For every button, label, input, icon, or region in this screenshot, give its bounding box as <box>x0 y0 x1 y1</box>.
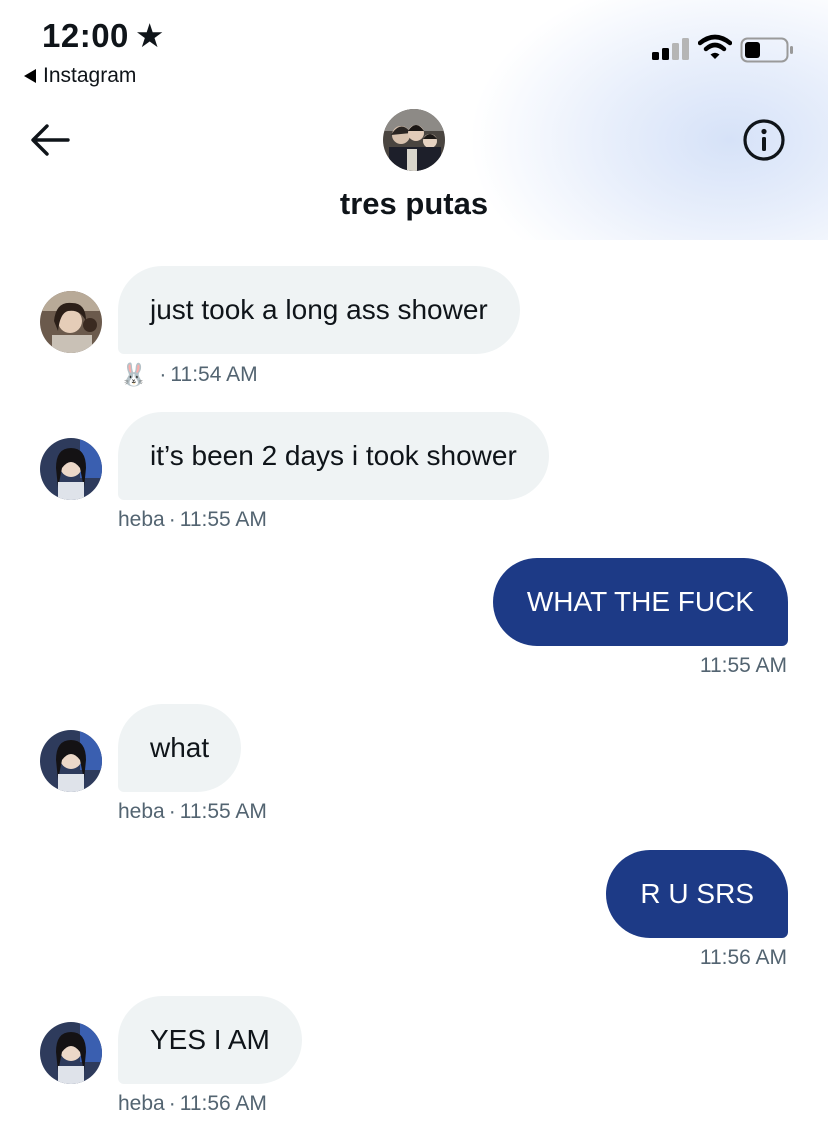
info-icon[interactable] <box>742 118 786 162</box>
message-time: 11:56 AM <box>179 1092 267 1115</box>
message-bubble[interactable]: it’s been 2 days i took shower <box>118 412 549 500</box>
message-meta: heba · 11:56 AM <box>118 1092 267 1116</box>
wifi-icon <box>698 34 732 59</box>
message-bubble[interactable]: YES I AM <box>118 996 302 1084</box>
message-time: 11:56 AM <box>699 946 787 969</box>
back-app-label: Instagram <box>43 64 137 87</box>
message-meta: heba · 11:55 AM <box>118 508 267 532</box>
group-avatar[interactable] <box>383 109 445 171</box>
back-triangle-icon <box>24 69 36 83</box>
status-clock: 12:00 ★ <box>42 16 165 55</box>
message-bubble-outgoing[interactable]: WHAT THE FUCK <box>492 558 788 646</box>
back-to-app-link[interactable]: Instagram <box>24 64 136 88</box>
message-bubble[interactable]: just took a long ass shower <box>118 266 520 354</box>
sender-name: heba <box>118 800 165 823</box>
message-meta: heba · 11:55 AM <box>118 800 267 824</box>
avatar[interactable] <box>40 438 102 500</box>
message-bubble-outgoing[interactable]: R U SRS <box>606 850 788 938</box>
meta-separator: · <box>159 363 167 386</box>
group-name: tres putas <box>339 186 489 221</box>
avatar[interactable] <box>40 1022 102 1084</box>
bunny-emoji-sender: 🐰 <box>120 362 148 387</box>
message-time: 11:55 AM <box>179 508 267 531</box>
meta-separator: · <box>168 508 176 531</box>
avatar[interactable] <box>40 291 102 353</box>
status-bar: 12:00 ★ Instagram <box>0 0 828 100</box>
back-arrow-icon[interactable] <box>30 122 70 158</box>
message-time: 11:55 AM <box>699 654 787 677</box>
sender-name: heba <box>118 1092 165 1115</box>
message-meta: 🐰 · 11:54 AM <box>120 362 258 388</box>
avatar[interactable] <box>40 730 102 792</box>
meta-separator: · <box>168 1092 176 1115</box>
cellular-signal-icon <box>652 38 689 60</box>
sender-name: heba <box>118 508 165 531</box>
battery-icon <box>740 37 793 63</box>
meta-separator: · <box>168 800 176 823</box>
message-time: 11:54 AM <box>170 363 258 386</box>
conversation-header: tres putas <box>0 100 828 240</box>
message-bubble[interactable]: what <box>118 704 242 792</box>
star-icon: ★ <box>134 17 165 54</box>
clock-time: 12:00 <box>42 16 129 54</box>
message-time: 11:55 AM <box>179 800 267 823</box>
